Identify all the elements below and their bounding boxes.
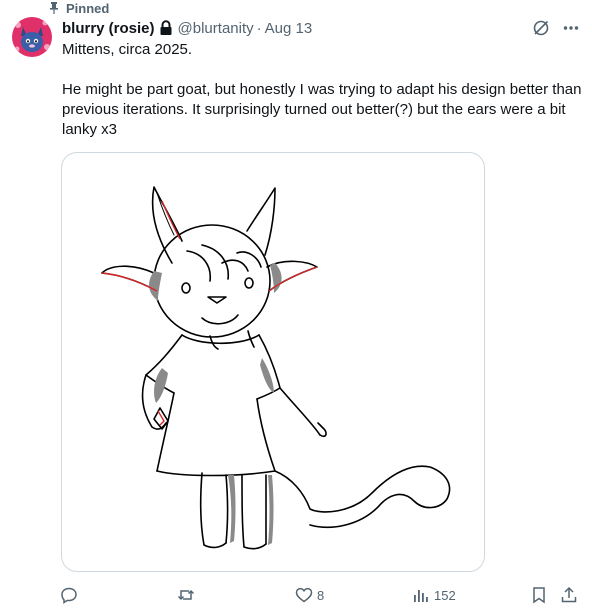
post-header: blurry (rosie) @blurtanity · Aug 13 [62,18,580,38]
post-text: Mittens, circa 2025. He might be part go… [62,40,587,140]
grok-icon[interactable] [532,19,550,37]
more-icon[interactable] [562,19,580,37]
post-date[interactable]: Aug 13 [265,20,313,37]
pinned-indicator: Pinned [48,0,109,16]
post-image[interactable] [61,152,485,572]
header-actions [532,19,580,37]
pin-icon [50,2,58,14]
avatar[interactable] [12,17,52,57]
views-count: 152 [434,587,456,603]
header-separator: · [256,19,262,37]
post-action-bar: 8 152 [60,583,582,607]
bookmark-icon [533,587,545,604]
share-icon [561,586,577,603]
post-text-line2: He might be part goat, but honestly I wa… [62,81,582,138]
cat-drawing [101,186,451,550]
repost-icon [177,589,195,601]
lock-icon [159,20,173,36]
pinned-label: Pinned [66,0,110,16]
author-handle[interactable]: @blurtanity [178,20,254,37]
views-icon [414,590,428,602]
like-icon [295,587,313,603]
like-count: 8 [317,587,325,603]
author-display-name[interactable]: blurry (rosie) [62,20,155,37]
share-button[interactable] [560,583,578,607]
bookmark-button[interactable] [530,583,548,607]
reply-button[interactable] [60,583,78,607]
views-button[interactable]: 152 [412,583,456,607]
like-button[interactable]: 8 [295,583,324,607]
avatar-image [12,17,52,57]
reply-icon [61,587,77,604]
post-text-line1: Mittens, circa 2025. [62,41,193,58]
repost-button[interactable] [177,583,195,607]
